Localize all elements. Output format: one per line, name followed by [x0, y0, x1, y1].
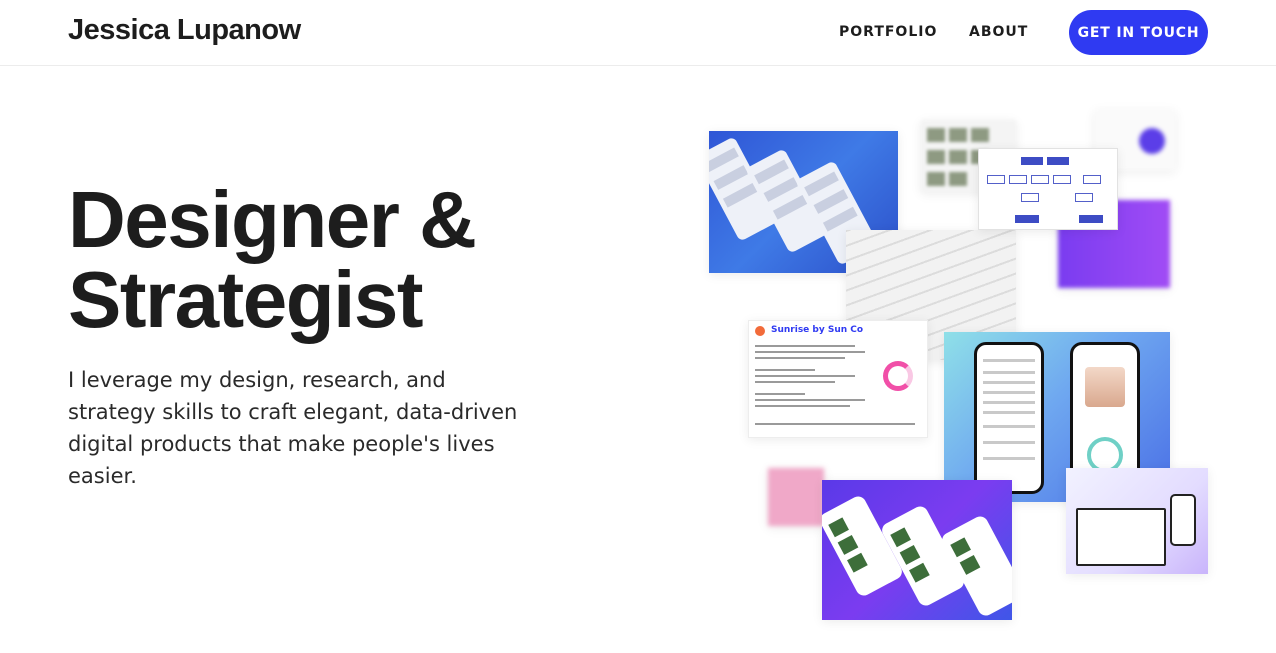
hero-headline: Designer & Strategist: [68, 180, 628, 340]
site-header: Jessica Lupanow PORTFOLIO ABOUT GET IN T…: [0, 0, 1276, 66]
collage-value-proposition-doc: Sunrise by Sun Co: [748, 320, 928, 438]
collage-laptop-mockup: [1066, 468, 1208, 574]
face-photo: [1085, 367, 1125, 407]
phone-screen: [1170, 494, 1196, 546]
collage-flow-diagram: [978, 148, 1118, 230]
pie-chart-graphic: [1139, 128, 1165, 154]
nav-portfolio-link[interactable]: PORTFOLIO: [839, 24, 937, 40]
portfolio-collage: Sunrise by Sun Co: [700, 100, 1220, 630]
doc-title: Sunrise by Sun Co: [771, 325, 864, 335]
nav-about-link[interactable]: ABOUT: [969, 24, 1028, 40]
collage-pink-screens: [768, 468, 824, 526]
brand-dot: [755, 326, 765, 336]
brand-logo[interactable]: Jessica Lupanow: [68, 14, 301, 47]
collage-purple-app-mockup: [822, 480, 1012, 620]
hero-tagline: I leverage my design, research, and stra…: [68, 368, 518, 488]
headline-line-1: Designer &: [68, 175, 477, 264]
get-in-touch-button[interactable]: GET IN TOUCH: [1069, 10, 1208, 55]
progress-ring-graphic: [883, 361, 913, 391]
laptop-screen: [1076, 508, 1166, 566]
headline-line-2: Strategist: [68, 255, 423, 344]
